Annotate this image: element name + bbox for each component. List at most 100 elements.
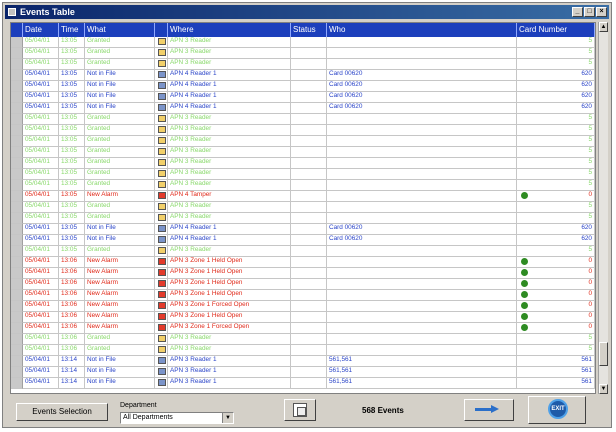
vertical-scrollbar[interactable]: ▲ ▼ (598, 22, 608, 394)
table-row[interactable]: 05/04/01 13:05 Granted APN 3 Reader 5 (11, 246, 595, 257)
table-row[interactable]: 05/04/01 13:14 Not in File APN 3 Reader 1 56… (11, 367, 595, 378)
card-text: 5 (588, 59, 592, 66)
header-card-number[interactable]: Card Number (517, 23, 595, 37)
next-button[interactable] (464, 399, 514, 421)
table-row[interactable]: 05/04/01 13:05 Granted APN 3 Reader 5 (11, 125, 595, 136)
row-selector[interactable] (11, 268, 23, 279)
row-selector[interactable] (11, 169, 23, 180)
minimize-button[interactable]: _ (572, 7, 583, 17)
row-selector[interactable] (11, 367, 23, 378)
row-selector[interactable] (11, 191, 23, 202)
header-icon[interactable] (155, 23, 168, 37)
row-selector[interactable] (11, 114, 23, 125)
row-selector[interactable] (11, 37, 23, 48)
cell-who (327, 246, 517, 257)
row-selector[interactable] (11, 301, 23, 312)
print-button[interactable] (284, 399, 316, 421)
cell-card: 0 (517, 301, 595, 312)
table-row[interactable]: 05/04/01 13:05 Granted APN 3 Reader 5 (11, 48, 595, 59)
row-selector[interactable] (11, 180, 23, 191)
row-selector[interactable] (11, 257, 23, 268)
table-row[interactable]: 05/04/01 13:06 Granted APN 3 Reader 5 (11, 345, 595, 356)
row-selector[interactable] (11, 136, 23, 147)
table-row[interactable]: 05/04/01 13:05 Granted APN 3 Reader 5 (11, 180, 595, 191)
row-selector[interactable] (11, 103, 23, 114)
row-selector[interactable] (11, 378, 23, 389)
header-who[interactable]: Who (327, 23, 517, 37)
table-row[interactable]: 05/04/01 13:06 Granted APN 3 Reader 5 (11, 334, 595, 345)
close-button[interactable]: × (596, 7, 607, 17)
header-time[interactable]: Time (59, 23, 85, 37)
table-row[interactable]: 05/04/01 13:05 Granted APN 3 Reader 5 (11, 213, 595, 224)
cell-time: 13:06 (59, 312, 85, 323)
row-selector[interactable] (11, 345, 23, 356)
row-selector[interactable] (11, 356, 23, 367)
table-row[interactable]: 05/04/01 13:05 Granted APN 3 Reader 5 (11, 59, 595, 70)
row-selector[interactable] (11, 279, 23, 290)
cell-time: 13:05 (59, 224, 85, 235)
cell-date: 05/04/01 (23, 334, 59, 345)
row-selector[interactable] (11, 312, 23, 323)
header-what[interactable]: What (85, 23, 155, 37)
cell-where: APN 4 Reader 1 (168, 103, 291, 114)
scroll-down-button[interactable]: ▼ (599, 384, 608, 394)
row-selector[interactable] (11, 224, 23, 235)
header-status[interactable]: Status (291, 23, 327, 37)
table-row[interactable]: 05/04/01 13:05 Not in File APN 4 Reader 1 Ca… (11, 235, 595, 246)
row-selector[interactable] (11, 92, 23, 103)
row-selector[interactable] (11, 323, 23, 334)
table-row[interactable]: 05/04/01 13:05 New Alarm APN 4 Tamper 0 (11, 191, 595, 202)
table-row[interactable]: 05/04/01 13:05 Granted APN 3 Reader 5 (11, 147, 595, 158)
row-selector[interactable] (11, 213, 23, 224)
time-text: 13:05 (61, 191, 77, 198)
table-row[interactable]: 05/04/01 13:05 Granted APN 3 Reader 5 (11, 37, 595, 48)
table-row[interactable]: 05/04/01 13:05 Not in File APN 4 Reader 1 Ca… (11, 103, 595, 114)
table-row[interactable]: 05/04/01 13:06 New Alarm APN 3 Zone 1 Force… (11, 301, 595, 312)
time-text: 13:06 (61, 301, 77, 308)
row-selector[interactable] (11, 81, 23, 92)
header-date[interactable]: Date (23, 23, 59, 37)
table-row[interactable]: 05/04/01 13:05 Not in File APN 4 Reader 1 Ca… (11, 92, 595, 103)
scroll-up-button[interactable]: ▲ (599, 22, 608, 32)
table-row[interactable]: 05/04/01 13:06 New Alarm APN 3 Zone 1 Held … (11, 257, 595, 268)
row-selector[interactable] (11, 246, 23, 257)
table-row[interactable]: 05/04/01 13:06 New Alarm APN 3 Zone 1 Force… (11, 323, 595, 334)
row-selector[interactable] (11, 59, 23, 70)
row-selector[interactable] (11, 48, 23, 59)
table-row[interactable]: 05/04/01 13:06 New Alarm APN 3 Zone 1 Held … (11, 279, 595, 290)
exit-button[interactable]: EXIT (528, 396, 586, 424)
table-row[interactable]: 05/04/01 13:06 New Alarm APN 3 Zone 1 Held … (11, 290, 595, 301)
maximize-button[interactable]: □ (584, 7, 595, 17)
row-selector[interactable] (11, 290, 23, 301)
scroll-thumb[interactable] (599, 342, 608, 366)
table-row[interactable]: 05/04/01 13:05 Granted APN 3 Reader 5 (11, 136, 595, 147)
table-row[interactable]: 05/04/01 13:05 Granted APN 3 Reader 5 (11, 114, 595, 125)
header-where[interactable]: Where (168, 23, 291, 37)
table-row[interactable]: 05/04/01 13:05 Granted APN 3 Reader 5 (11, 202, 595, 213)
row-selector[interactable] (11, 147, 23, 158)
cell-date: 05/04/01 (23, 257, 59, 268)
row-selector[interactable] (11, 235, 23, 246)
alarm-status-icon (521, 291, 528, 298)
cell-card: 5 (517, 202, 595, 213)
table-row[interactable]: 05/04/01 13:14 Not in File APN 3 Reader 1 56… (11, 356, 595, 367)
what-text: New Alarm (87, 191, 118, 198)
table-row[interactable]: 05/04/01 13:05 Not in File APN 4 Reader 1 Ca… (11, 224, 595, 235)
chevron-down-icon[interactable]: ▼ (222, 413, 233, 423)
event-type-cell (155, 235, 168, 246)
row-selector[interactable] (11, 125, 23, 136)
table-row[interactable]: 05/04/01 13:14 Not in File APN 3 Reader 1 56… (11, 378, 595, 389)
cell-date: 05/04/01 (23, 125, 59, 136)
table-row[interactable]: 05/04/01 13:05 Granted APN 3 Reader 5 (11, 158, 595, 169)
events-selection-button[interactable]: Events Selection (16, 403, 108, 421)
row-selector[interactable] (11, 334, 23, 345)
row-selector[interactable] (11, 202, 23, 213)
table-row[interactable]: 05/04/01 13:06 New Alarm APN 3 Zone 1 Held … (11, 312, 595, 323)
row-selector[interactable] (11, 158, 23, 169)
row-selector[interactable] (11, 70, 23, 81)
table-row[interactable]: 05/04/01 13:05 Not in File APN 4 Reader 1 Ca… (11, 81, 595, 92)
table-row[interactable]: 05/04/01 13:05 Not in File APN 4 Reader 1 Ca… (11, 70, 595, 81)
table-row[interactable]: 05/04/01 13:06 New Alarm APN 3 Zone 1 Held … (11, 268, 595, 279)
table-row[interactable]: 05/04/01 13:05 Granted APN 3 Reader 5 (11, 169, 595, 180)
department-select[interactable]: All Departments ▼ (120, 412, 234, 424)
